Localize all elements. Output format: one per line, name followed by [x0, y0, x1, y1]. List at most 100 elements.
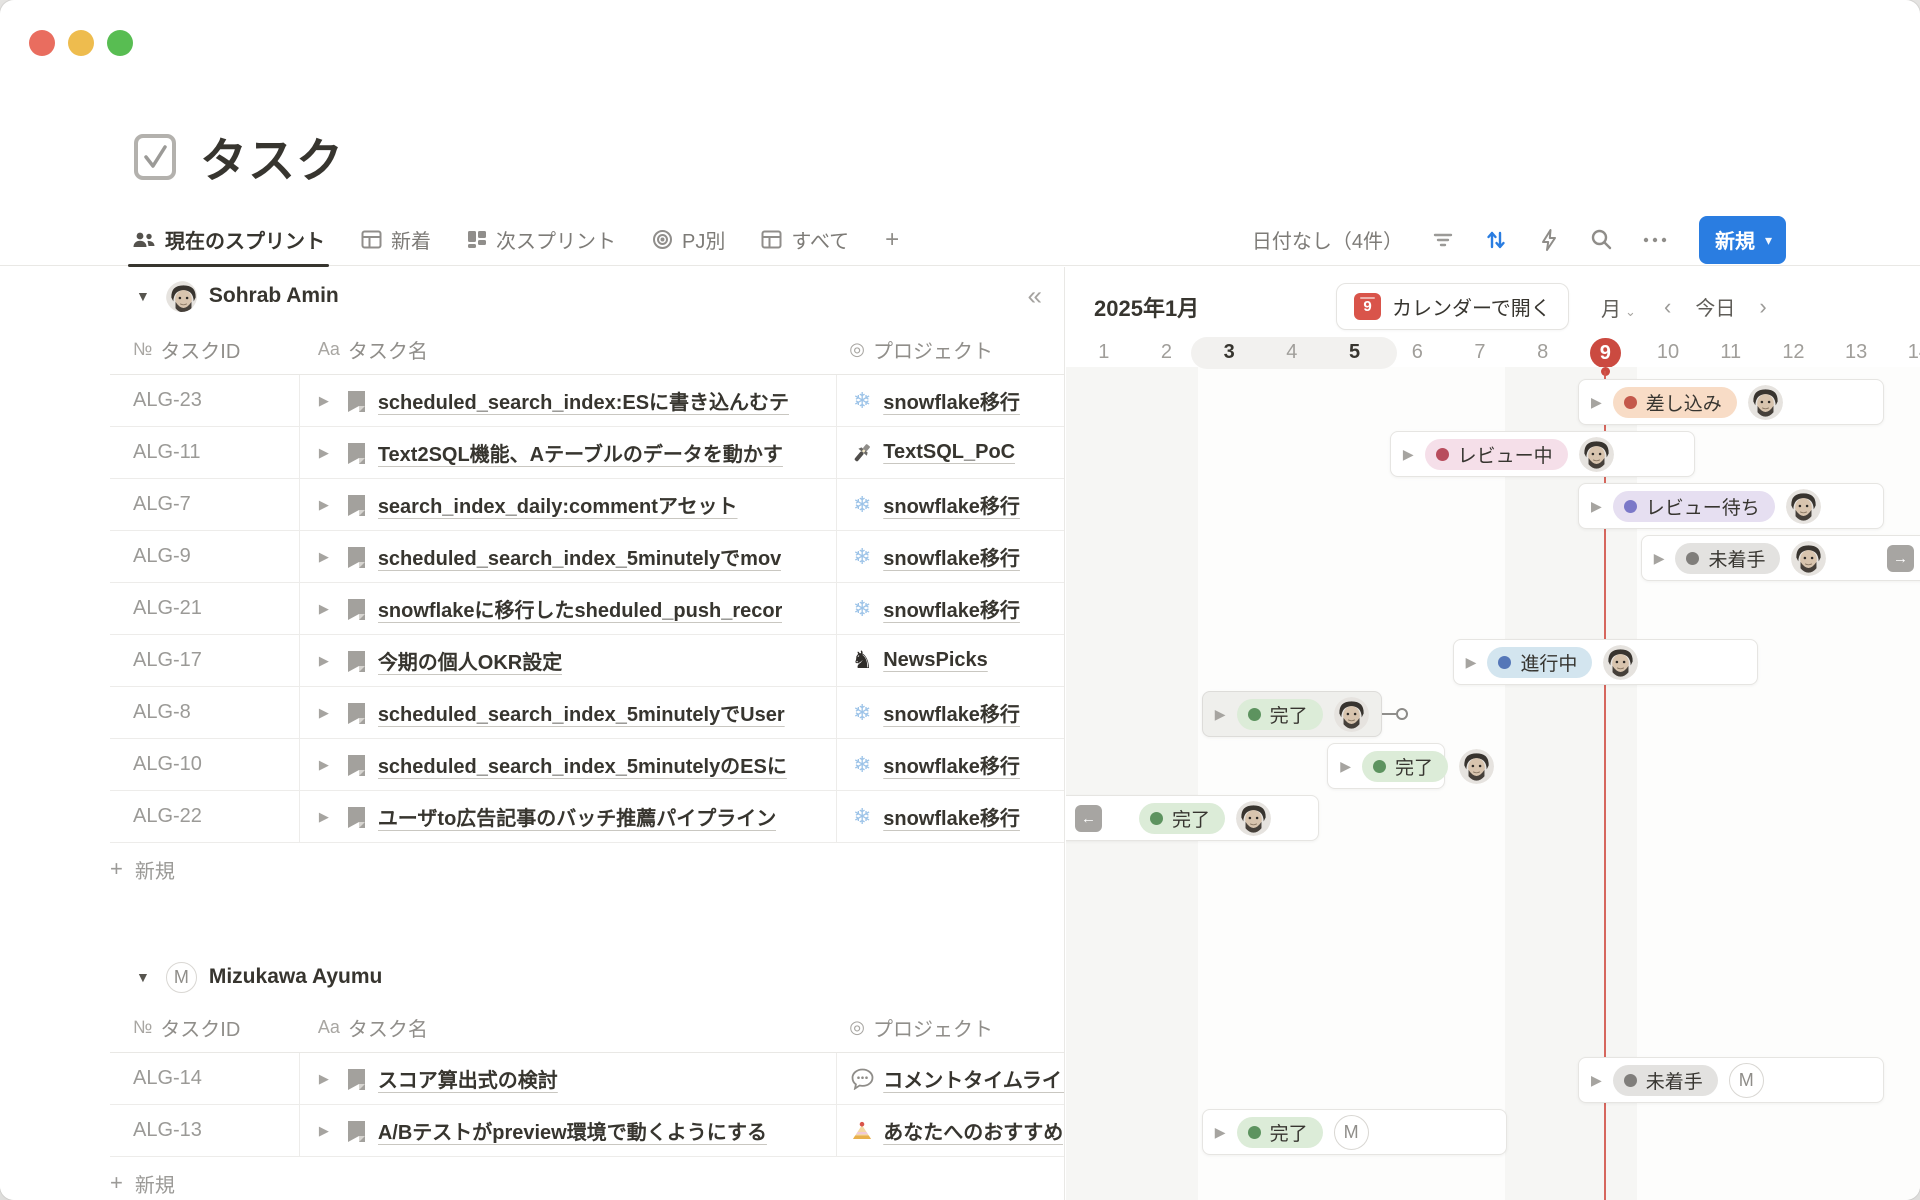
column-header-project[interactable]: ◎プロジェクト [836, 1013, 1064, 1042]
group-collapse-caret[interactable]: ▼ [136, 288, 150, 304]
task-link[interactable]: ユーザto広告記事のバッチ推薦パイプライン [378, 802, 776, 831]
prev-month-arrow[interactable]: ‹ [1664, 294, 1671, 320]
timeline-bar[interactable]: ▶レビュー中 [1390, 431, 1696, 477]
expand-toggle-icon[interactable]: ▶ [1654, 550, 1665, 567]
expand-toggle-icon[interactable]: ▶ [1215, 1124, 1226, 1141]
table-row[interactable]: ALG-21▶snowflakeに移行したsheduled_push_recor… [110, 583, 1064, 635]
collapse-panel-icon[interactable]: « [1028, 281, 1042, 312]
chevron-down-icon[interactable]: ▾ [1765, 232, 1772, 249]
table-row[interactable]: ALG-22▶ユーザto広告記事のバッチ推薦パイプライン❄snowflake移行 [110, 791, 1064, 843]
date-filter-chip[interactable]: 日付なし（4件） [1252, 225, 1403, 254]
timeline-bar[interactable]: ▶完了M [1202, 1109, 1508, 1155]
expand-toggle-icon[interactable]: ▶ [1466, 654, 1477, 671]
date-number[interactable]: 10 [1648, 341, 1688, 364]
open-calendar-button[interactable]: 9 カレンダーで開く [1336, 283, 1569, 330]
dependency-connector[interactable] [1382, 713, 1396, 715]
table-row[interactable]: ALG-13▶A/Bテストがpreview環境で動くようにするあなたへのおすすめ [110, 1105, 1064, 1157]
table-row[interactable]: ALG-8▶scheduled_search_index_5minutelyでU… [110, 687, 1064, 739]
date-number[interactable]: 14 [1899, 341, 1920, 364]
maximize-window-button[interactable] [107, 30, 133, 56]
task-link[interactable]: scheduled_search_index_5minutelyでUser [378, 698, 785, 727]
date-number[interactable]: 12 [1773, 341, 1813, 364]
table-row[interactable]: ALG-9▶scheduled_search_index_5minutelyでm… [110, 531, 1064, 583]
checkbox-page-icon[interactable] [132, 133, 178, 181]
filter-icon[interactable] [1430, 227, 1456, 253]
project-link[interactable]: snowflake移行 [883, 542, 1020, 571]
more-icon[interactable] [1642, 227, 1668, 253]
project-link[interactable]: あなたへのおすすめ [883, 1116, 1063, 1145]
timeline-bar[interactable]: ▶差し込み [1578, 379, 1884, 425]
group-header[interactable]: ▼MMizukawa Ayumu [0, 951, 1064, 1003]
timeline-scale-dropdown[interactable]: 月⌄ [1601, 293, 1636, 322]
task-link[interactable]: snowflakeに移行したsheduled_push_recor [378, 594, 783, 623]
close-window-button[interactable] [29, 30, 55, 56]
project-link[interactable]: snowflake移行 [883, 490, 1020, 519]
column-header-name[interactable]: Aaタスク名 [299, 335, 836, 364]
timeline-bar[interactable]: ▶レビュー待ち [1578, 483, 1884, 529]
date-number[interactable]: 1 [1084, 341, 1124, 364]
expand-toggle-icon[interactable]: ▶ [1591, 498, 1602, 515]
timeline-bar[interactable]: ←完了 [1066, 795, 1319, 841]
table-row[interactable]: ALG-10▶scheduled_search_index_5minutelyの… [110, 739, 1064, 791]
date-number[interactable]: 2 [1146, 341, 1186, 364]
expand-toggle-icon[interactable]: ▶ [319, 445, 329, 461]
task-link[interactable]: A/Bテストがpreview環境で動くようにする [378, 1116, 767, 1145]
minimize-window-button[interactable] [68, 30, 94, 56]
project-link[interactable]: snowflake移行 [883, 750, 1020, 779]
tab-3[interactable]: 次スプリント [467, 214, 616, 266]
expand-toggle-icon[interactable]: ▶ [319, 393, 329, 409]
date-number[interactable]: 5 [1335, 341, 1375, 364]
task-link[interactable]: 今期の個人OKR設定 [378, 646, 562, 675]
task-link[interactable]: スコア算出式の検討 [378, 1064, 558, 1093]
expand-toggle-icon[interactable]: ▶ [319, 549, 329, 565]
lightning-icon[interactable] [1536, 227, 1562, 253]
column-header-name[interactable]: Aaタスク名 [299, 1013, 836, 1042]
scroll-left-edge-button[interactable]: ← [1075, 805, 1102, 832]
tab-4[interactable]: PJ別 [652, 214, 725, 266]
column-header-id[interactable]: №タスクID [110, 1013, 299, 1042]
timeline-bar[interactable]: ▶進行中 [1453, 639, 1759, 685]
today-button[interactable]: 今日 [1695, 292, 1735, 321]
task-link[interactable]: scheduled_search_index_5minutelyのESに [378, 750, 787, 779]
new-task-button[interactable]: 新規 ▾ [1699, 216, 1786, 264]
date-number[interactable]: 8 [1523, 341, 1563, 364]
expand-toggle-icon[interactable]: ▶ [319, 653, 329, 669]
date-number[interactable]: 7 [1460, 341, 1500, 364]
expand-toggle-icon[interactable]: ▶ [1591, 1072, 1602, 1089]
expand-toggle-icon[interactable]: ▶ [319, 705, 329, 721]
expand-toggle-icon[interactable]: ▶ [1591, 394, 1602, 411]
task-link[interactable]: search_index_daily:commentアセット [378, 490, 738, 519]
table-row[interactable]: ALG-11▶Text2SQL機能、Aテーブルのデータを動かすTextSQL_P… [110, 427, 1064, 479]
tab-2[interactable]: 新着 [361, 214, 431, 266]
sort-icon[interactable] [1483, 227, 1509, 253]
column-header-id[interactable]: №タスクID [110, 335, 299, 364]
scroll-right-edge-button[interactable]: → [1887, 545, 1914, 572]
date-number[interactable]: 13 [1836, 341, 1876, 364]
add-task-row[interactable]: +新規 [110, 1157, 1064, 1200]
tab-1[interactable]: 現在のスプリント [132, 214, 325, 266]
next-month-arrow[interactable]: › [1759, 294, 1766, 320]
table-row[interactable]: ALG-17▶今期の個人OKR設定♞NewsPicks [110, 635, 1064, 687]
date-number[interactable]: 3 [1209, 341, 1249, 364]
expand-toggle-icon[interactable]: ▶ [319, 1123, 329, 1139]
date-number[interactable]: 11 [1711, 341, 1751, 364]
project-link[interactable]: NewsPicks [883, 649, 988, 672]
table-row[interactable]: ALG-23▶scheduled_search_index:ESに書き込んむテ❄… [110, 375, 1064, 427]
project-link[interactable]: TextSQL_PoC [883, 441, 1015, 464]
expand-toggle-icon[interactable]: ▶ [319, 809, 329, 825]
project-link[interactable]: snowflake移行 [883, 386, 1020, 415]
project-link[interactable]: コメントタイムライン [883, 1064, 1064, 1093]
today-date-badge[interactable]: 9 [1590, 338, 1621, 368]
task-link[interactable]: Text2SQL機能、Aテーブルのデータを動かす [378, 438, 783, 467]
search-icon[interactable] [1589, 227, 1615, 253]
expand-toggle-icon[interactable]: ▶ [1215, 706, 1226, 723]
add-view-button[interactable]: + [885, 214, 899, 266]
timeline-bar[interactable]: ▶未着手M [1578, 1057, 1884, 1103]
table-row[interactable]: ALG-7▶search_index_daily:commentアセット❄sno… [110, 479, 1064, 531]
column-header-project[interactable]: ◎プロジェクト [836, 335, 1064, 364]
table-row[interactable]: ALG-14▶スコア算出式の検討コメントタイムライン [110, 1053, 1064, 1105]
expand-toggle-icon[interactable]: ▶ [1403, 446, 1414, 463]
task-link[interactable]: scheduled_search_index_5minutelyでmov [378, 542, 782, 571]
project-link[interactable]: snowflake移行 [883, 698, 1020, 727]
group-collapse-caret[interactable]: ▼ [136, 969, 150, 985]
